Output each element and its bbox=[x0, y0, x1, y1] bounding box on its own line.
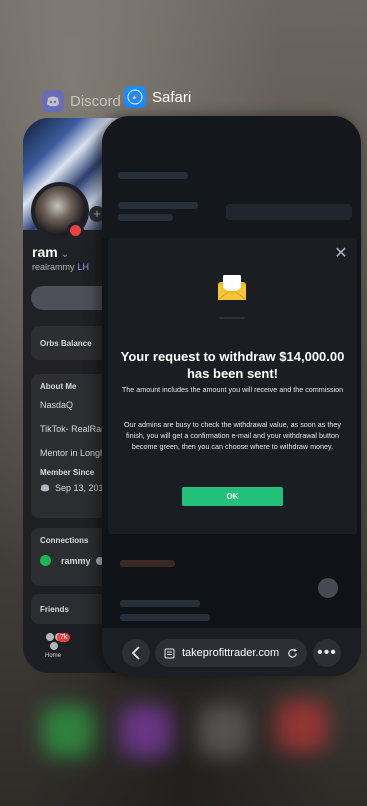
chevron-down-icon[interactable]: ⌄ bbox=[61, 249, 69, 260]
server-tag: LH bbox=[77, 262, 90, 272]
chevron-left-icon[interactable] bbox=[122, 639, 150, 667]
ghost-text bbox=[118, 214, 173, 221]
modal-body: Our admins are busy to check the withdra… bbox=[124, 420, 341, 451]
envelope-shadow bbox=[219, 317, 245, 319]
spotify-icon bbox=[40, 555, 51, 566]
safari-app-card[interactable]: ✕ Your request to withdraw $14,000.00 ha… bbox=[102, 116, 361, 676]
page-icon[interactable] bbox=[164, 648, 175, 659]
chat-bubble-icon[interactable] bbox=[318, 578, 338, 598]
ghost-text bbox=[120, 614, 210, 621]
safari-icon bbox=[124, 86, 146, 108]
more-icon[interactable]: ••• bbox=[313, 639, 341, 667]
ghost-text bbox=[118, 202, 198, 209]
display-name-text: ram bbox=[32, 244, 58, 260]
discord-app-label[interactable]: Discord bbox=[42, 90, 121, 112]
discord-app-name: Discord bbox=[70, 92, 121, 110]
home-tab-label: Home bbox=[45, 653, 62, 659]
username-line: realrammy LH bbox=[32, 262, 89, 272]
ghost-text bbox=[120, 560, 175, 567]
display-name: ram ⌄ bbox=[32, 244, 69, 260]
ghost-text bbox=[120, 600, 200, 607]
modal-subtitle: The amount includes the amount you will … bbox=[121, 385, 344, 394]
dock-icon-green bbox=[42, 705, 94, 757]
webpage-background bbox=[102, 116, 361, 238]
safari-app-name: Safari bbox=[152, 88, 192, 106]
member-since-date: Sep 13, 2019 bbox=[55, 483, 109, 493]
dock-icon-red bbox=[276, 700, 328, 752]
ghost-button bbox=[226, 204, 352, 220]
url-bar[interactable]: takeprofittrader.com bbox=[155, 639, 307, 667]
close-icon[interactable]: ✕ bbox=[333, 246, 349, 262]
dock-icon-purple bbox=[120, 705, 172, 757]
withdraw-confirmation-modal: ✕ Your request to withdraw $14,000.00 ha… bbox=[108, 238, 357, 534]
status-dnd-icon bbox=[67, 222, 84, 239]
username: realrammy bbox=[32, 262, 75, 272]
dock-icon-gray bbox=[198, 705, 250, 757]
safari-app-label[interactable]: Safari bbox=[124, 86, 191, 108]
discord-icon bbox=[42, 90, 64, 112]
ghost-text bbox=[118, 172, 188, 179]
url-text: takeprofittrader.com bbox=[182, 647, 280, 659]
modal-title: Your request to withdraw $14,000.00 has … bbox=[120, 349, 345, 381]
safari-toolbar: takeprofittrader.com ••• bbox=[102, 628, 361, 676]
reload-icon[interactable] bbox=[287, 647, 298, 659]
ok-button[interactable]: OK bbox=[182, 487, 283, 506]
connection-name: rammy bbox=[61, 555, 91, 566]
discord-small-icon bbox=[40, 484, 50, 492]
notification-badge: 7k bbox=[57, 633, 71, 642]
envelope-icon bbox=[217, 275, 247, 301]
